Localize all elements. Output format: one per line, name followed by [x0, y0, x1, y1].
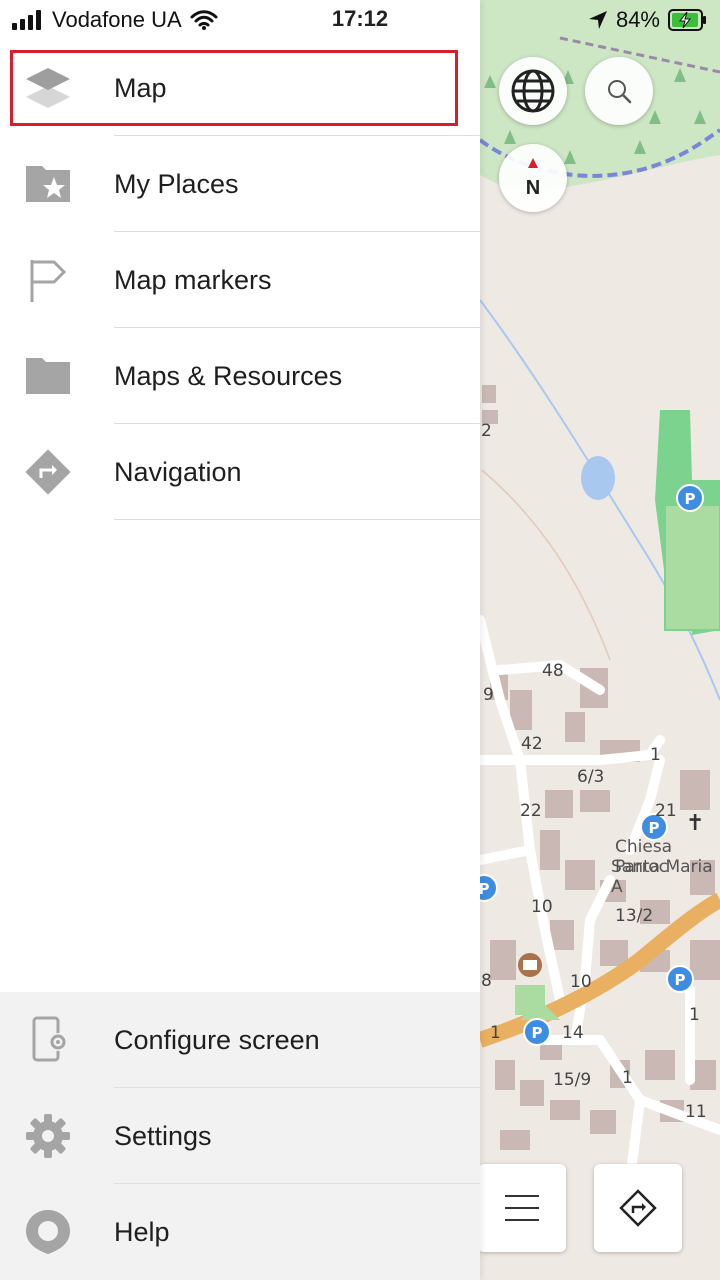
divider: [114, 519, 480, 520]
map-label: 42: [521, 734, 543, 754]
menu-item-label: Navigation: [114, 456, 242, 487]
battery-charging-icon: [668, 9, 706, 31]
svg-text:P: P: [685, 490, 696, 508]
map-label: 22: [520, 801, 542, 821]
svg-text:P: P: [532, 1024, 543, 1042]
menu-item-label: Map markers: [114, 264, 272, 295]
map-label: 9: [483, 685, 494, 705]
menu-item-label: My Places: [114, 168, 239, 199]
map-label: 2: [481, 421, 492, 441]
layers-icon: [24, 64, 72, 112]
menu-item-label: Settings: [114, 1120, 212, 1151]
side-menu-drawer: Map My Places Map markers Maps & Resourc…: [0, 0, 480, 1280]
compass-icon: N: [526, 158, 540, 199]
folder-icon: [24, 352, 72, 400]
star-folder-icon: [24, 160, 72, 208]
directions-icon: [619, 1189, 657, 1227]
map-label: 13/2: [615, 906, 654, 926]
map-label: 15/9: [553, 1070, 592, 1090]
globe-icon: [511, 69, 555, 113]
map-label: 11: [685, 1102, 707, 1122]
menu-item-label: Configure screen: [114, 1024, 320, 1055]
status-bar: Vodafone UA 17:12 84%: [0, 0, 720, 40]
map-label: 8: [481, 971, 492, 991]
route-button[interactable]: [594, 1164, 682, 1252]
menu-item-map-markers[interactable]: Map markers: [0, 232, 480, 328]
help-icon: [24, 1208, 72, 1256]
menu-item-label: Help: [114, 1216, 170, 1247]
map-source-button[interactable]: [499, 57, 567, 125]
compass-button[interactable]: N: [499, 144, 567, 212]
svg-text:P: P: [649, 819, 660, 837]
map-label: 14: [562, 1023, 584, 1043]
bottom-menu-section: Configure screen Settings Help: [0, 992, 480, 1280]
flag-icon: [24, 256, 72, 304]
wifi-icon: [190, 10, 218, 30]
map-label: Santa Maria A: [611, 857, 713, 897]
carrier-name: Vodafone UA: [52, 7, 182, 32]
menu-item-configure-screen[interactable]: Configure screen: [0, 992, 480, 1088]
map-label: 48: [542, 661, 564, 681]
menu-item-map[interactable]: Map: [0, 40, 480, 136]
map-label: 1: [650, 745, 661, 765]
menu-item-my-places[interactable]: My Places: [0, 136, 480, 232]
location-arrow-icon: [588, 11, 607, 29]
map-label: 1: [689, 1005, 700, 1025]
signal-icon: [12, 10, 41, 30]
menu-item-help[interactable]: Help: [0, 1184, 480, 1280]
map-label: 6/3: [577, 767, 605, 787]
menu-item-navigation[interactable]: Navigation: [0, 424, 480, 520]
menu-item-maps-resources[interactable]: Maps & Resources: [0, 328, 480, 424]
menu-item-label: Map: [114, 72, 167, 103]
svg-text:P: P: [675, 971, 686, 989]
menu-button[interactable]: [478, 1164, 566, 1252]
battery-percent: 84%: [615, 7, 660, 32]
svg-text:P: P: [479, 880, 490, 898]
configure-screen-icon: [24, 1016, 72, 1064]
menu-item-settings[interactable]: Settings: [0, 1088, 480, 1184]
map-label: 1: [490, 1023, 501, 1043]
gear-icon: [24, 1112, 72, 1160]
menu-item-label: Maps & Resources: [114, 360, 343, 391]
hamburger-icon: [505, 1195, 539, 1221]
search-button[interactable]: [585, 57, 653, 125]
clock: 17:12: [331, 6, 389, 31]
map-label: 21: [655, 801, 677, 821]
svg-text:✝: ✝: [686, 811, 704, 836]
map-label: 10: [570, 972, 592, 992]
compass-label: N: [526, 177, 540, 199]
map-label: 10: [531, 897, 553, 917]
search-icon: [608, 80, 632, 104]
map-label: 1: [622, 1068, 633, 1088]
navigation-icon: [24, 448, 72, 496]
